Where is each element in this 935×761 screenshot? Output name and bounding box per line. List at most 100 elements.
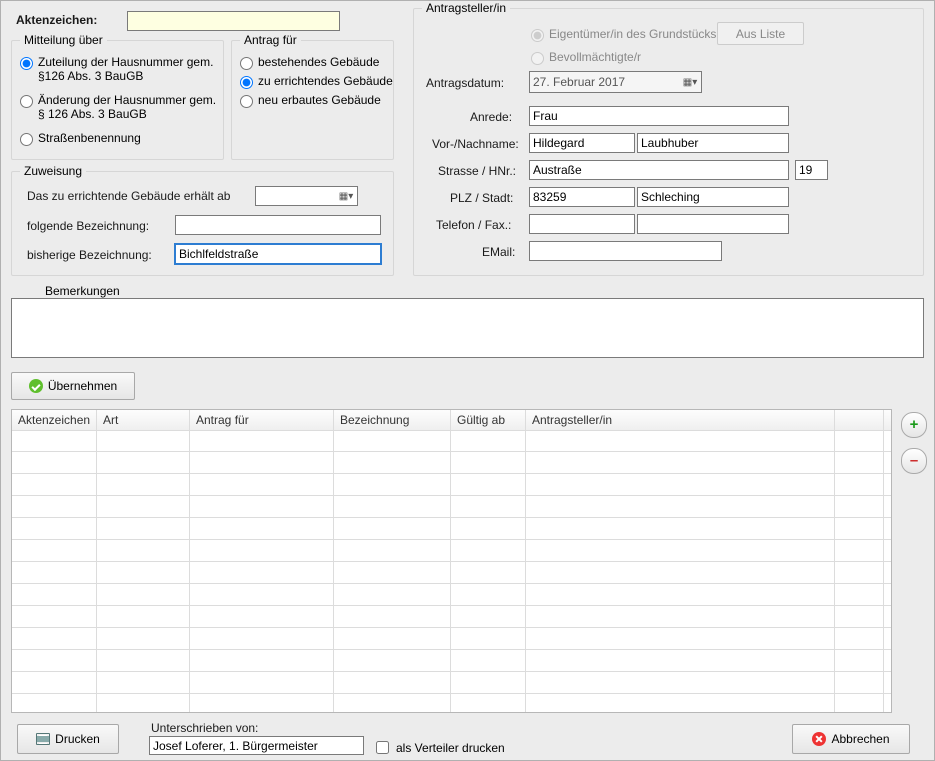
plz-label: PLZ / Stadt: bbox=[450, 191, 513, 205]
anrede-input[interactable] bbox=[529, 106, 789, 126]
hnr-input[interactable] bbox=[795, 160, 828, 180]
drucken-button-label: Drucken bbox=[55, 732, 100, 746]
role-option-1-label: Bevollmächtigte/r bbox=[549, 50, 641, 64]
add-row-button[interactable]: + bbox=[901, 412, 927, 438]
grid-header-gueltigab[interactable]: Gültig ab bbox=[451, 410, 526, 430]
als-verteiler-check[interactable]: als Verteiler drucken bbox=[372, 738, 505, 757]
uebernehmen-button-label: Übernehmen bbox=[48, 379, 117, 393]
table-row[interactable] bbox=[12, 496, 891, 518]
strasse-label: Strasse / HNr.: bbox=[438, 164, 516, 178]
table-row[interactable] bbox=[12, 474, 891, 496]
group-bemerkungen-legend: Bemerkungen bbox=[41, 284, 124, 298]
bemerkungen-textarea[interactable] bbox=[11, 298, 924, 358]
table-row[interactable] bbox=[12, 584, 891, 606]
form-root: Aktenzeichen: Mitteilung über Zuteilung … bbox=[0, 0, 935, 761]
calendar-dropdown-icon[interactable]: ▦▾ bbox=[338, 188, 354, 204]
plus-icon: + bbox=[910, 416, 919, 433]
group-antragsteller-legend: Antragsteller/in bbox=[422, 1, 510, 15]
radio-mitteilung-0[interactable] bbox=[20, 57, 33, 70]
radio-antragfuer-1[interactable] bbox=[240, 76, 253, 89]
antragfuer-option-2-label: neu erbautes Gebäude bbox=[258, 93, 381, 107]
mitteilung-option-1[interactable]: Änderung der Hausnummer gem. § 126 Abs. … bbox=[20, 93, 223, 121]
nachname-input[interactable] bbox=[637, 133, 789, 153]
group-mitteilung-legend: Mitteilung über bbox=[20, 33, 107, 47]
radio-antragfuer-0[interactable] bbox=[240, 57, 253, 70]
zuweisung-line1-label: Das zu errichtende Gebäude erhält ab bbox=[27, 189, 230, 203]
unterzeichner-label: Unterschrieben von: bbox=[151, 721, 258, 735]
table-row[interactable] bbox=[12, 628, 891, 650]
uebernehmen-button[interactable]: Übernehmen bbox=[11, 372, 135, 400]
zuweisung-date-picker[interactable]: ▦▾ bbox=[255, 186, 358, 206]
mitteilung-option-2[interactable]: Straßenbenennung bbox=[20, 131, 223, 146]
cancel-icon bbox=[812, 732, 826, 746]
abbrechen-button[interactable]: Abbrechen bbox=[792, 724, 910, 754]
grid-header-aktenzeichen[interactable]: Aktenzeichen bbox=[12, 410, 97, 430]
strasse-input[interactable] bbox=[529, 160, 789, 180]
vorname-input[interactable] bbox=[529, 133, 635, 153]
delete-row-button[interactable]: – bbox=[901, 448, 927, 474]
aus-liste-button: Aus Liste bbox=[717, 22, 804, 45]
email-label: EMail: bbox=[482, 245, 515, 259]
mitteilung-option-2-label: Straßenbenennung bbox=[38, 131, 141, 145]
grid-header-antragsteller[interactable]: Antragsteller/in bbox=[526, 410, 835, 430]
group-antragfuer-legend: Antrag für bbox=[240, 33, 301, 47]
mitteilung-option-1-label: Änderung der Hausnummer gem. § 126 Abs. … bbox=[38, 93, 218, 121]
radio-antragfuer-2[interactable] bbox=[240, 95, 253, 108]
table-row[interactable] bbox=[12, 650, 891, 672]
telfax-label: Telefon / Fax.: bbox=[436, 218, 511, 232]
grid-header-art[interactable]: Art bbox=[97, 410, 190, 430]
group-zuweisung-legend: Zuweisung bbox=[20, 164, 86, 178]
telefon-input[interactable] bbox=[529, 214, 635, 234]
grid-header-bezeichnung[interactable]: Bezeichnung bbox=[334, 410, 451, 430]
group-bemerkungen: Bemerkungen bbox=[11, 286, 924, 364]
plz-input[interactable] bbox=[529, 187, 635, 207]
table-row[interactable] bbox=[12, 672, 891, 694]
role-option-0-label: Eigentümer/in des Grundstücks bbox=[549, 27, 716, 41]
unterzeichner-input[interactable] bbox=[149, 736, 364, 755]
group-zuweisung: Zuweisung Das zu errichtende Gebäude erh… bbox=[11, 171, 394, 276]
table-row[interactable] bbox=[12, 606, 891, 628]
zuweisung-bisherige-input[interactable] bbox=[175, 244, 381, 264]
abbrechen-button-label: Abbrechen bbox=[831, 732, 889, 746]
antragsdatum-picker[interactable]: 27. Februar 2017 ▦▾ bbox=[529, 71, 702, 93]
antragfuer-option-1-label: zu errichtendes Gebäude bbox=[258, 74, 393, 88]
antragsdatum-label: Antragsdatum: bbox=[426, 76, 504, 90]
zuweisung-line2-label: folgende Bezeichnung: bbox=[27, 219, 149, 233]
grid-body[interactable] bbox=[12, 430, 891, 712]
group-mitteilung: Mitteilung über Zuteilung der Hausnummer… bbox=[11, 40, 224, 160]
stadt-input[interactable] bbox=[637, 187, 789, 207]
antragfuer-option-0-label: bestehendes Gebäude bbox=[258, 55, 379, 69]
radio-mitteilung-2[interactable] bbox=[20, 133, 33, 146]
table-row[interactable] bbox=[12, 430, 891, 452]
calendar-dropdown-icon-2[interactable]: ▦▾ bbox=[682, 74, 698, 90]
aktenzeichen-label: Aktenzeichen: bbox=[16, 13, 97, 27]
zuweisung-line3-label: bisherige Bezeichnung: bbox=[27, 248, 152, 262]
grid-header-spare[interactable] bbox=[835, 410, 884, 430]
role-option-1: Bevollmächtigte/r bbox=[531, 50, 641, 65]
drucken-button[interactable]: Drucken bbox=[17, 724, 119, 754]
email-input[interactable] bbox=[529, 241, 722, 261]
antragfuer-option-0[interactable]: bestehendes Gebäude bbox=[240, 55, 393, 70]
antragfuer-option-2[interactable]: neu erbautes Gebäude bbox=[240, 93, 393, 108]
antragsdatum-value: 27. Februar 2017 bbox=[533, 75, 625, 89]
radio-role-1 bbox=[531, 52, 544, 65]
grid-header-antragfuer[interactable]: Antrag für bbox=[190, 410, 334, 430]
table-row[interactable] bbox=[12, 518, 891, 540]
result-grid[interactable]: Aktenzeichen Art Antrag für Bezeichnung … bbox=[11, 409, 892, 713]
table-row[interactable] bbox=[12, 540, 891, 562]
table-row[interactable] bbox=[12, 694, 891, 712]
table-row[interactable] bbox=[12, 452, 891, 474]
radio-mitteilung-1[interactable] bbox=[20, 95, 33, 108]
mitteilung-option-0[interactable]: Zuteilung der Hausnummer gem. §126 Abs. … bbox=[20, 55, 223, 83]
aus-liste-button-label: Aus Liste bbox=[736, 27, 785, 41]
role-option-0: Eigentümer/in des Grundstücks bbox=[531, 27, 716, 42]
grid-header: Aktenzeichen Art Antrag für Bezeichnung … bbox=[12, 410, 891, 431]
als-verteiler-checkbox[interactable] bbox=[376, 741, 389, 754]
printer-icon bbox=[36, 733, 50, 745]
zuweisung-folgende-input[interactable] bbox=[175, 215, 381, 235]
antragfuer-option-1[interactable]: zu errichtendes Gebäude bbox=[240, 74, 393, 89]
aktenzeichen-input[interactable] bbox=[127, 11, 340, 31]
anrede-label: Anrede: bbox=[470, 110, 512, 124]
table-row[interactable] bbox=[12, 562, 891, 584]
fax-input[interactable] bbox=[637, 214, 789, 234]
